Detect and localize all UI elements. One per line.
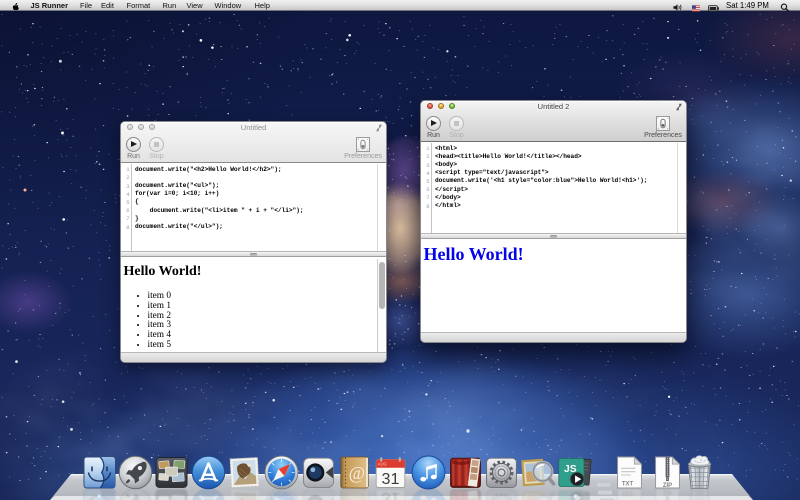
svg-text:31: 31 <box>382 489 400 500</box>
svg-text:AUG: AUG <box>378 462 388 467</box>
svg-text:@: @ <box>349 463 365 483</box>
svg-text:TXT: TXT <box>622 489 634 495</box>
svg-text:ZIP: ZIP <box>662 488 671 494</box>
svg-text:@: @ <box>349 493 365 500</box>
